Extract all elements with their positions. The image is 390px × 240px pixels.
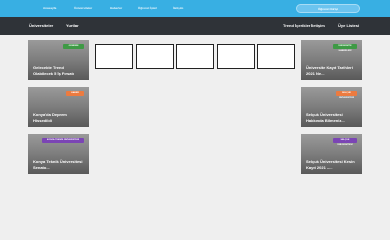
category-badge[interactable]: SELÇUK ÜNİVERSİTESİ xyxy=(333,138,357,146)
category-badge[interactable]: KONYA TEKNİK ÜNİVERSİTESİ xyxy=(42,138,84,143)
subnav-link-trending[interactable]: Trend İçerikler xyxy=(283,17,310,35)
news-card[interactable]: HABER Konya'da Deprem Hissedildi xyxy=(28,87,89,127)
card-title[interactable]: Selçuk Üniversitesi Hakkında Bilmeniz... xyxy=(306,112,357,123)
category-badge[interactable]: SELÇUK ÜNİVERSİTESİ xyxy=(336,91,357,99)
news-card[interactable]: KONYA TEKNİK ÜNİVERSİTESİ Konya Teknik Ü… xyxy=(28,134,89,174)
category-badge[interactable]: ÜNİVERSİTE HABERLERİ xyxy=(333,44,357,52)
news-card[interactable]: SELÇUK ÜNİVERSİTESİ Selçuk Üniversitesi … xyxy=(301,134,362,174)
card-title[interactable]: Konya'da Deprem Hissedildi xyxy=(33,112,84,123)
nav-link-student-affairs[interactable]: Öğrenci İşleri xyxy=(138,0,157,17)
nav-link-news[interactable]: Haberler xyxy=(110,0,122,17)
empty-content-box xyxy=(217,44,255,69)
nav-link-home[interactable]: Anasayfa xyxy=(43,0,56,17)
nav-link-universities[interactable]: Üniversiteler xyxy=(74,0,92,17)
empty-content-box xyxy=(95,44,133,69)
card-title[interactable]: Üniversite Kayıt Tarihleri 2021 Ne... xyxy=(306,65,357,76)
subnav-link-dorms[interactable]: Yurtlar xyxy=(66,17,79,35)
news-card[interactable]: GÜNDEM Gelecekte Trend Olabilecek 5 İş F… xyxy=(28,40,89,80)
empty-content-box xyxy=(257,44,295,69)
subnav-link-universities[interactable]: Üniversiteler xyxy=(29,17,53,35)
card-title[interactable]: Konya Teknik Üniversitesi Senato... xyxy=(33,159,84,170)
subnav-link-member-list[interactable]: Üye Listesi xyxy=(338,17,359,35)
card-title[interactable]: Gelecekte Trend Olabilecek 5 İş Fırsatı xyxy=(33,65,84,76)
category-badge[interactable]: HABER xyxy=(66,91,84,96)
secondary-nav-bar xyxy=(0,17,390,35)
news-card[interactable]: ÜNİVERSİTE HABERLERİ Üniversite Kayıt Ta… xyxy=(301,40,362,80)
empty-content-box xyxy=(176,44,214,69)
news-card[interactable]: SELÇUK ÜNİVERSİTESİ Selçuk Üniversitesi … xyxy=(301,87,362,127)
category-badge[interactable]: GÜNDEM xyxy=(63,44,84,49)
empty-content-box xyxy=(136,44,174,69)
student-login-button[interactable]: Öğrenci Girişi xyxy=(296,4,360,13)
nav-link-contact[interactable]: İletişim xyxy=(173,0,183,17)
card-title[interactable]: Selçuk Üniversitesi Kesin Kayıt 2021 –..… xyxy=(306,159,357,170)
subnav-link-contact[interactable]: İletişim xyxy=(311,17,325,35)
